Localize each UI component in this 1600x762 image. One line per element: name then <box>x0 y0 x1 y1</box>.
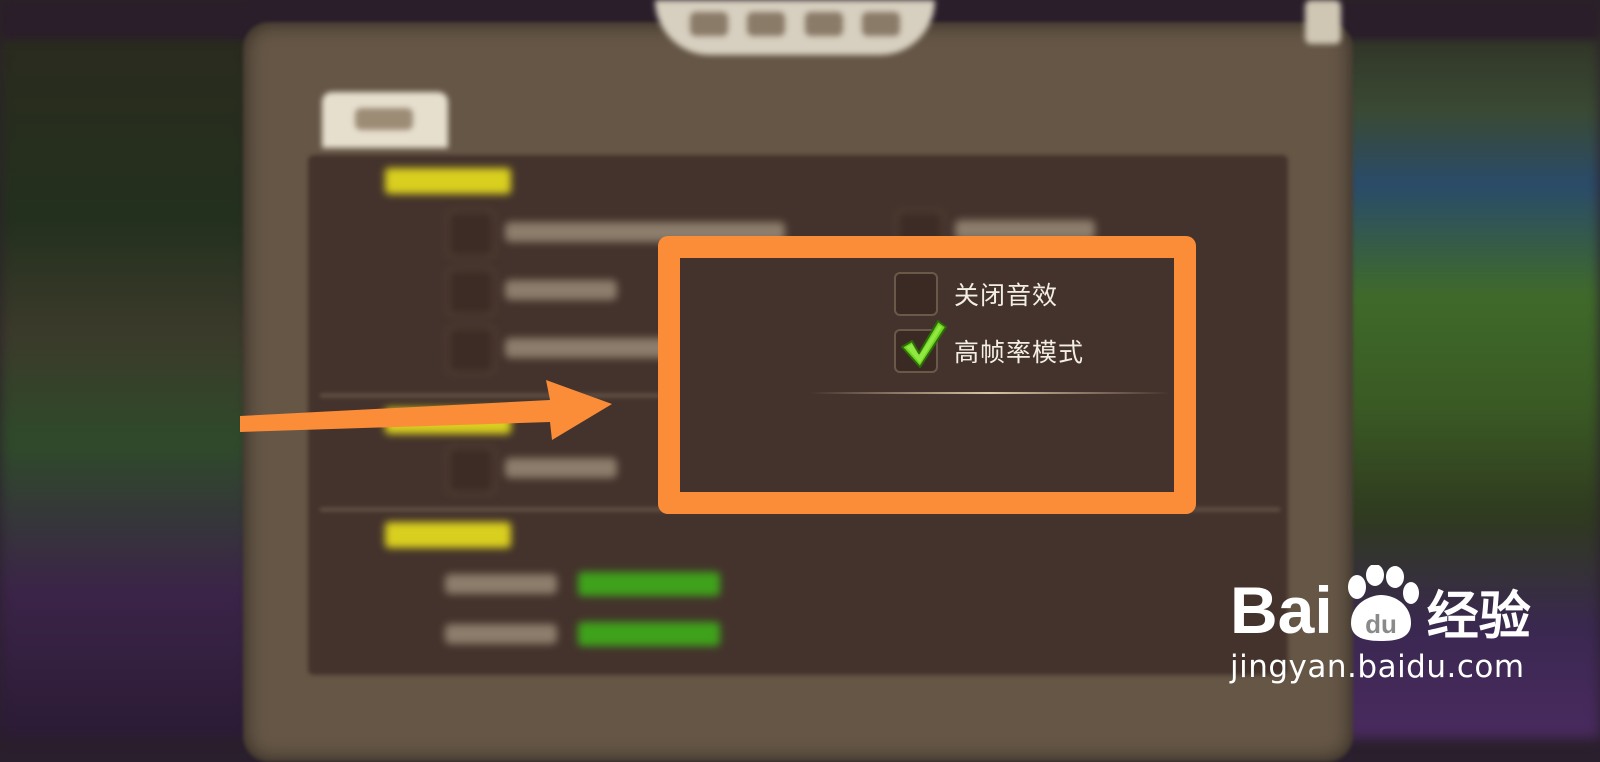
blurred-checkbox[interactable] <box>447 210 495 258</box>
pointer-arrow-icon <box>240 380 612 440</box>
baidu-jingyan-watermark: Bai du 经验 jingyan.baidu.com <box>1230 565 1531 685</box>
watermark-brand-left: Bai <box>1230 573 1333 647</box>
settings-tab-label-blurred <box>355 108 413 130</box>
blurred-info-label <box>445 574 557 594</box>
watermark-brand-right: 经验 <box>1426 587 1531 647</box>
svg-text:du: du <box>1365 609 1397 639</box>
baidu-paw-icon: du <box>1347 565 1419 641</box>
blurred-option-text <box>505 458 617 478</box>
panel-title-blurred <box>690 12 900 36</box>
section-label-blurred <box>385 168 511 194</box>
close-button[interactable] <box>1305 0 1341 44</box>
highlight-frame <box>658 236 1196 514</box>
blurred-info-label <box>445 624 557 644</box>
blurred-checkbox-checked[interactable] <box>447 268 495 316</box>
blurred-option-text <box>505 338 681 358</box>
blurred-option-text <box>505 280 617 300</box>
blurred-info-value <box>578 572 720 596</box>
blurred-info-value <box>578 622 720 646</box>
game-background-left <box>0 0 250 738</box>
blurred-checkbox[interactable] <box>447 326 495 374</box>
section-label-blurred <box>385 522 511 548</box>
watermark-url: jingyan.baidu.com <box>1230 649 1525 685</box>
blurred-checkbox[interactable] <box>447 446 495 494</box>
